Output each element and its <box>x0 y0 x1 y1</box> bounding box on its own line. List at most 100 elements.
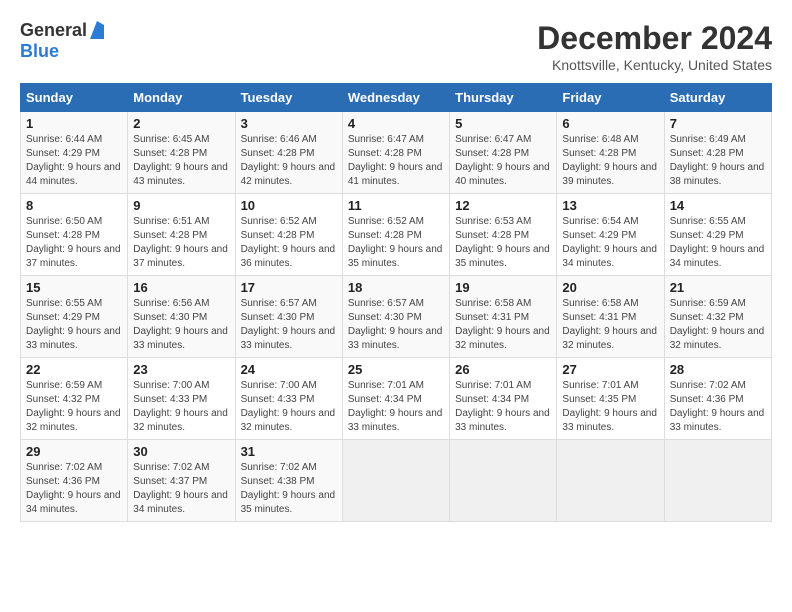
weekday-header-friday: Friday <box>557 84 664 112</box>
calendar-cell: 30 Sunrise: 7:02 AMSunset: 4:37 PMDayligh… <box>128 440 235 522</box>
day-number: 6 <box>562 116 658 131</box>
weekday-header-wednesday: Wednesday <box>342 84 449 112</box>
logo-arrow-icon <box>90 21 104 39</box>
day-info: Sunrise: 7:02 AMSunset: 4:36 PMDaylight:… <box>670 379 766 435</box>
calendar-table: SundayMondayTuesdayWednesdayThursdayFrid… <box>20 83 772 522</box>
weekday-header-sunday: Sunday <box>21 84 128 112</box>
calendar-cell: 11 Sunrise: 6:52 AMSunset: 4:28 PMDayligh… <box>342 194 449 276</box>
calendar-cell: 25Sunrise: 7:01 AMSunset: 4:34 PMDayligh… <box>342 358 449 440</box>
day-info: Sunrise: 6:49 AMSunset: 4:28 PMDaylight:… <box>670 133 766 189</box>
day-number: 19 <box>455 280 551 295</box>
day-number: 2 <box>133 116 229 131</box>
day-info: Sunrise: 7:00 AMSunset: 4:33 PMDaylight:… <box>133 379 229 435</box>
logo-blue-text: Blue <box>20 41 59 62</box>
calendar-cell: 9 Sunrise: 6:51 AMSunset: 4:28 PMDaylight… <box>128 194 235 276</box>
day-info: Sunrise: 7:02 AMSunset: 4:38 PMDaylight:… <box>241 461 337 517</box>
title-block: December 2024 Knottsville, Kentucky, Uni… <box>537 20 772 73</box>
calendar-cell: 4 Sunrise: 6:47 AMSunset: 4:28 PMDaylight… <box>342 112 449 194</box>
calendar-cell: 6Sunrise: 6:48 AMSunset: 4:28 PMDaylight… <box>557 112 664 194</box>
calendar-cell: 22 Sunrise: 6:59 AMSunset: 4:32 PMDayligh… <box>21 358 128 440</box>
day-number: 20 <box>562 280 658 295</box>
calendar-cell: 29Sunrise: 7:02 AMSunset: 4:36 PMDayligh… <box>21 440 128 522</box>
day-number: 16 <box>133 280 229 295</box>
day-info: Sunrise: 6:58 AMSunset: 4:31 PMDaylight:… <box>455 297 551 353</box>
calendar-cell: 24Sunrise: 7:00 AMSunset: 4:33 PMDayligh… <box>235 358 342 440</box>
day-number: 26 <box>455 362 551 377</box>
day-info: Sunrise: 6:50 AMSunset: 4:28 PMDaylight:… <box>26 215 122 271</box>
weekday-header-row: SundayMondayTuesdayWednesdayThursdayFrid… <box>21 84 772 112</box>
calendar-cell: 21 Sunrise: 6:59 AMSunset: 4:32 PMDayligh… <box>664 276 771 358</box>
day-info: Sunrise: 6:55 AMSunset: 4:29 PMDaylight:… <box>26 297 122 353</box>
day-number: 15 <box>26 280 122 295</box>
calendar-cell: 18 Sunrise: 6:57 AMSunset: 4:30 PMDayligh… <box>342 276 449 358</box>
calendar-cell: 31 Sunrise: 7:02 AMSunset: 4:38 PMDayligh… <box>235 440 342 522</box>
day-info: Sunrise: 6:51 AMSunset: 4:28 PMDaylight:… <box>133 215 229 271</box>
day-number: 28 <box>670 362 766 377</box>
day-number: 10 <box>241 198 337 213</box>
day-number: 13 <box>562 198 658 213</box>
logo: General Blue <box>20 20 104 62</box>
calendar-cell: 17 Sunrise: 6:57 AMSunset: 4:30 PMDayligh… <box>235 276 342 358</box>
calendar-cell <box>450 440 557 522</box>
day-info: Sunrise: 6:59 AMSunset: 4:32 PMDaylight:… <box>26 379 122 435</box>
day-info: Sunrise: 7:02 AMSunset: 4:37 PMDaylight:… <box>133 461 229 517</box>
calendar-week-row: 29Sunrise: 7:02 AMSunset: 4:36 PMDayligh… <box>21 440 772 522</box>
day-info: Sunrise: 6:53 AMSunset: 4:28 PMDaylight:… <box>455 215 551 271</box>
calendar-week-row: 22 Sunrise: 6:59 AMSunset: 4:32 PMDayligh… <box>21 358 772 440</box>
calendar-cell: 5 Sunrise: 6:47 AMSunset: 4:28 PMDaylight… <box>450 112 557 194</box>
calendar-cell: 8Sunrise: 6:50 AMSunset: 4:28 PMDaylight… <box>21 194 128 276</box>
calendar-cell: 16 Sunrise: 6:56 AMSunset: 4:30 PMDayligh… <box>128 276 235 358</box>
calendar-cell: 20Sunrise: 6:58 AMSunset: 4:31 PMDayligh… <box>557 276 664 358</box>
weekday-header-saturday: Saturday <box>664 84 771 112</box>
day-info: Sunrise: 6:47 AMSunset: 4:28 PMDaylight:… <box>455 133 551 189</box>
calendar-cell: 15 Sunrise: 6:55 AMSunset: 4:29 PMDayligh… <box>21 276 128 358</box>
day-info: Sunrise: 7:00 AMSunset: 4:33 PMDaylight:… <box>241 379 337 435</box>
day-info: Sunrise: 6:47 AMSunset: 4:28 PMDaylight:… <box>348 133 444 189</box>
calendar-cell: 13 Sunrise: 6:54 AMSunset: 4:29 PMDayligh… <box>557 194 664 276</box>
day-number: 21 <box>670 280 766 295</box>
calendar-week-row: 15 Sunrise: 6:55 AMSunset: 4:29 PMDayligh… <box>21 276 772 358</box>
day-number: 5 <box>455 116 551 131</box>
logo-general-text: General <box>20 20 87 41</box>
calendar-title: December 2024 <box>537 20 772 57</box>
calendar-cell: 1 Sunrise: 6:44 AMSunset: 4:29 PMDaylight… <box>21 112 128 194</box>
day-number: 9 <box>133 198 229 213</box>
calendar-week-row: 8Sunrise: 6:50 AMSunset: 4:28 PMDaylight… <box>21 194 772 276</box>
day-number: 4 <box>348 116 444 131</box>
calendar-cell <box>342 440 449 522</box>
day-number: 11 <box>348 198 444 213</box>
day-number: 31 <box>241 444 337 459</box>
calendar-cell <box>664 440 771 522</box>
day-number: 30 <box>133 444 229 459</box>
day-info: Sunrise: 7:01 AMSunset: 4:35 PMDaylight:… <box>562 379 658 435</box>
day-number: 14 <box>670 198 766 213</box>
day-info: Sunrise: 6:54 AMSunset: 4:29 PMDaylight:… <box>562 215 658 271</box>
day-number: 18 <box>348 280 444 295</box>
day-info: Sunrise: 6:44 AMSunset: 4:29 PMDaylight:… <box>26 133 122 189</box>
calendar-week-row: 1 Sunrise: 6:44 AMSunset: 4:29 PMDaylight… <box>21 112 772 194</box>
day-number: 22 <box>26 362 122 377</box>
day-info: Sunrise: 6:59 AMSunset: 4:32 PMDaylight:… <box>670 297 766 353</box>
calendar-cell: 14Sunrise: 6:55 AMSunset: 4:29 PMDayligh… <box>664 194 771 276</box>
calendar-cell: 10Sunrise: 6:52 AMSunset: 4:28 PMDayligh… <box>235 194 342 276</box>
day-info: Sunrise: 6:56 AMSunset: 4:30 PMDaylight:… <box>133 297 229 353</box>
calendar-cell: 12 Sunrise: 6:53 AMSunset: 4:28 PMDayligh… <box>450 194 557 276</box>
calendar-cell <box>557 440 664 522</box>
day-number: 17 <box>241 280 337 295</box>
calendar-cell: 3 Sunrise: 6:46 AMSunset: 4:28 PMDaylight… <box>235 112 342 194</box>
day-number: 1 <box>26 116 122 131</box>
weekday-header-thursday: Thursday <box>450 84 557 112</box>
weekday-header-tuesday: Tuesday <box>235 84 342 112</box>
day-number: 12 <box>455 198 551 213</box>
calendar-cell: 7Sunrise: 6:49 AMSunset: 4:28 PMDaylight… <box>664 112 771 194</box>
calendar-cell: 2 Sunrise: 6:45 AMSunset: 4:28 PMDaylight… <box>128 112 235 194</box>
day-info: Sunrise: 6:45 AMSunset: 4:28 PMDaylight:… <box>133 133 229 189</box>
calendar-cell: 28 Sunrise: 7:02 AMSunset: 4:36 PMDayligh… <box>664 358 771 440</box>
day-number: 25 <box>348 362 444 377</box>
day-info: Sunrise: 6:46 AMSunset: 4:28 PMDaylight:… <box>241 133 337 189</box>
day-info: Sunrise: 6:57 AMSunset: 4:30 PMDaylight:… <box>348 297 444 353</box>
day-info: Sunrise: 6:57 AMSunset: 4:30 PMDaylight:… <box>241 297 337 353</box>
calendar-cell: 19 Sunrise: 6:58 AMSunset: 4:31 PMDayligh… <box>450 276 557 358</box>
day-number: 3 <box>241 116 337 131</box>
day-info: Sunrise: 6:52 AMSunset: 4:28 PMDaylight:… <box>348 215 444 271</box>
